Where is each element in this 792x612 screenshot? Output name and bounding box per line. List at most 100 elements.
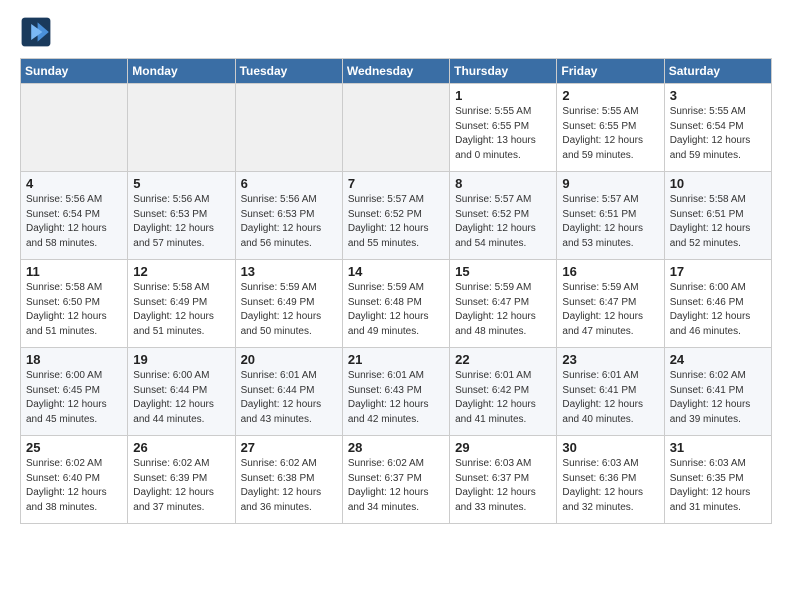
weekday-header: Tuesday — [235, 59, 342, 84]
calendar-cell: 20 Sunrise: 6:01 AMSunset: 6:44 PMDayligh… — [235, 348, 342, 436]
day-info: Sunrise: 5:58 AMSunset: 6:50 PMDaylight:… — [26, 281, 122, 339]
day-info: Sunrise: 5:56 AMSunset: 6:53 PMDaylight:… — [241, 193, 337, 251]
day-info: Sunrise: 5:57 AMSunset: 6:51 PMDaylight:… — [562, 193, 658, 251]
day-info: Sunrise: 6:02 AMSunset: 6:39 PMDaylight:… — [133, 457, 229, 515]
calendar-week: 1 Sunrise: 5:55 AMSunset: 6:55 PMDaylight… — [21, 84, 772, 172]
day-number: 17 — [670, 264, 766, 279]
day-info: Sunrise: 5:59 AMSunset: 6:47 PMDaylight:… — [455, 281, 551, 339]
day-info: Sunrise: 6:00 AMSunset: 6:45 PMDaylight:… — [26, 369, 122, 427]
calendar-cell: 21 Sunrise: 6:01 AMSunset: 6:43 PMDayligh… — [342, 348, 449, 436]
day-number: 19 — [133, 352, 229, 367]
day-info: Sunrise: 6:01 AMSunset: 6:43 PMDaylight:… — [348, 369, 444, 427]
day-number: 29 — [455, 440, 551, 455]
day-number: 26 — [133, 440, 229, 455]
calendar-cell: 1Sunrise: 5:55 AMSunset: 6:55 PMDaylight… — [450, 84, 557, 172]
logo-icon — [20, 16, 52, 48]
weekday-header: Sunday — [21, 59, 128, 84]
weekday-header-row: SundayMondayTuesdayWednesdayThursdayFrid… — [21, 59, 772, 84]
day-number: 28 — [348, 440, 444, 455]
calendar-cell — [342, 84, 449, 172]
day-info: Sunrise: 6:01 AMSunset: 6:42 PMDaylight:… — [455, 369, 551, 427]
day-number: 22 — [455, 352, 551, 367]
calendar-cell: 27 Sunrise: 6:02 AMSunset: 6:38 PMDayligh… — [235, 436, 342, 524]
day-number: 14 — [348, 264, 444, 279]
day-info: Sunrise: 6:02 AMSunset: 6:40 PMDaylight:… — [26, 457, 122, 515]
calendar-cell: 14 Sunrise: 5:59 AMSunset: 6:48 PMDayligh… — [342, 260, 449, 348]
calendar-cell: 6 Sunrise: 5:56 AMSunset: 6:53 PMDaylight… — [235, 172, 342, 260]
calendar-cell: 30Sunrise: 6:03 AMSunset: 6:36 PMDayligh… — [557, 436, 664, 524]
day-number: 15 — [455, 264, 551, 279]
calendar-week: 11 Sunrise: 5:58 AMSunset: 6:50 PMDayligh… — [21, 260, 772, 348]
day-number: 12 — [133, 264, 229, 279]
weekday-header: Wednesday — [342, 59, 449, 84]
day-number: 4 — [26, 176, 122, 191]
calendar-cell: 17Sunrise: 6:00 AMSunset: 6:46 PMDayligh… — [664, 260, 771, 348]
calendar: SundayMondayTuesdayWednesdayThursdayFrid… — [20, 58, 772, 524]
day-info: Sunrise: 5:59 AMSunset: 6:49 PMDaylight:… — [241, 281, 337, 339]
calendar-week: 4 Sunrise: 5:56 AMSunset: 6:54 PMDaylight… — [21, 172, 772, 260]
day-info: Sunrise: 6:03 AMSunset: 6:36 PMDaylight:… — [562, 457, 658, 515]
weekday-header: Friday — [557, 59, 664, 84]
calendar-cell: 29 Sunrise: 6:03 AMSunset: 6:37 PMDayligh… — [450, 436, 557, 524]
day-info: Sunrise: 6:02 AMSunset: 6:38 PMDaylight:… — [241, 457, 337, 515]
calendar-week: 25 Sunrise: 6:02 AMSunset: 6:40 PMDayligh… — [21, 436, 772, 524]
day-info: Sunrise: 6:02 AMSunset: 6:37 PMDaylight:… — [348, 457, 444, 515]
day-number: 25 — [26, 440, 122, 455]
day-number: 16 — [562, 264, 658, 279]
calendar-cell: 25 Sunrise: 6:02 AMSunset: 6:40 PMDayligh… — [21, 436, 128, 524]
calendar-cell: 4 Sunrise: 5:56 AMSunset: 6:54 PMDaylight… — [21, 172, 128, 260]
day-info: Sunrise: 5:56 AMSunset: 6:54 PMDaylight:… — [26, 193, 122, 251]
day-number: 9 — [562, 176, 658, 191]
day-info: Sunrise: 6:03 AMSunset: 6:35 PMDaylight:… — [670, 457, 766, 515]
day-info: Sunrise: 6:01 AMSunset: 6:41 PMDaylight:… — [562, 369, 658, 427]
day-info: Sunrise: 6:02 AMSunset: 6:41 PMDaylight:… — [670, 369, 766, 427]
day-number: 24 — [670, 352, 766, 367]
day-number: 1 — [455, 88, 551, 103]
day-number: 11 — [26, 264, 122, 279]
day-info: Sunrise: 5:55 AMSunset: 6:55 PMDaylight:… — [562, 105, 658, 163]
day-number: 31 — [670, 440, 766, 455]
day-number: 2 — [562, 88, 658, 103]
calendar-cell — [21, 84, 128, 172]
weekday-header: Monday — [128, 59, 235, 84]
calendar-cell: 10 Sunrise: 5:58 AMSunset: 6:51 PMDayligh… — [664, 172, 771, 260]
calendar-cell: 18 Sunrise: 6:00 AMSunset: 6:45 PMDayligh… — [21, 348, 128, 436]
day-info: Sunrise: 5:59 AMSunset: 6:47 PMDaylight:… — [562, 281, 658, 339]
calendar-cell: 2 Sunrise: 5:55 AMSunset: 6:55 PMDaylight… — [557, 84, 664, 172]
day-info: Sunrise: 5:58 AMSunset: 6:49 PMDaylight:… — [133, 281, 229, 339]
calendar-cell: 9 Sunrise: 5:57 AMSunset: 6:51 PMDaylight… — [557, 172, 664, 260]
weekday-header: Thursday — [450, 59, 557, 84]
day-number: 8 — [455, 176, 551, 191]
day-number: 20 — [241, 352, 337, 367]
calendar-week: 18 Sunrise: 6:00 AMSunset: 6:45 PMDayligh… — [21, 348, 772, 436]
day-number: 21 — [348, 352, 444, 367]
calendar-cell: 3Sunrise: 5:55 AMSunset: 6:54 PMDaylight… — [664, 84, 771, 172]
day-number: 5 — [133, 176, 229, 191]
day-number: 7 — [348, 176, 444, 191]
calendar-cell: 8Sunrise: 5:57 AMSunset: 6:52 PMDaylight… — [450, 172, 557, 260]
day-number: 18 — [26, 352, 122, 367]
day-info: Sunrise: 6:00 AMSunset: 6:44 PMDaylight:… — [133, 369, 229, 427]
calendar-cell: 13 Sunrise: 5:59 AMSunset: 6:49 PMDayligh… — [235, 260, 342, 348]
day-info: Sunrise: 5:55 AMSunset: 6:54 PMDaylight:… — [670, 105, 766, 163]
calendar-cell: 16 Sunrise: 5:59 AMSunset: 6:47 PMDayligh… — [557, 260, 664, 348]
day-info: Sunrise: 6:03 AMSunset: 6:37 PMDaylight:… — [455, 457, 551, 515]
day-number: 27 — [241, 440, 337, 455]
day-info: Sunrise: 5:58 AMSunset: 6:51 PMDaylight:… — [670, 193, 766, 251]
day-info: Sunrise: 6:01 AMSunset: 6:44 PMDaylight:… — [241, 369, 337, 427]
calendar-cell: 12 Sunrise: 5:58 AMSunset: 6:49 PMDayligh… — [128, 260, 235, 348]
calendar-cell: 22 Sunrise: 6:01 AMSunset: 6:42 PMDayligh… — [450, 348, 557, 436]
day-number: 13 — [241, 264, 337, 279]
calendar-cell: 19 Sunrise: 6:00 AMSunset: 6:44 PMDayligh… — [128, 348, 235, 436]
calendar-cell — [128, 84, 235, 172]
calendar-cell — [235, 84, 342, 172]
day-number: 6 — [241, 176, 337, 191]
day-info: Sunrise: 5:56 AMSunset: 6:53 PMDaylight:… — [133, 193, 229, 251]
calendar-cell: 15 Sunrise: 5:59 AMSunset: 6:47 PMDayligh… — [450, 260, 557, 348]
calendar-cell: 11 Sunrise: 5:58 AMSunset: 6:50 PMDayligh… — [21, 260, 128, 348]
weekday-header: Saturday — [664, 59, 771, 84]
calendar-cell: 31 Sunrise: 6:03 AMSunset: 6:35 PMDayligh… — [664, 436, 771, 524]
day-info: Sunrise: 5:59 AMSunset: 6:48 PMDaylight:… — [348, 281, 444, 339]
calendar-cell: 24 Sunrise: 6:02 AMSunset: 6:41 PMDayligh… — [664, 348, 771, 436]
day-number: 10 — [670, 176, 766, 191]
